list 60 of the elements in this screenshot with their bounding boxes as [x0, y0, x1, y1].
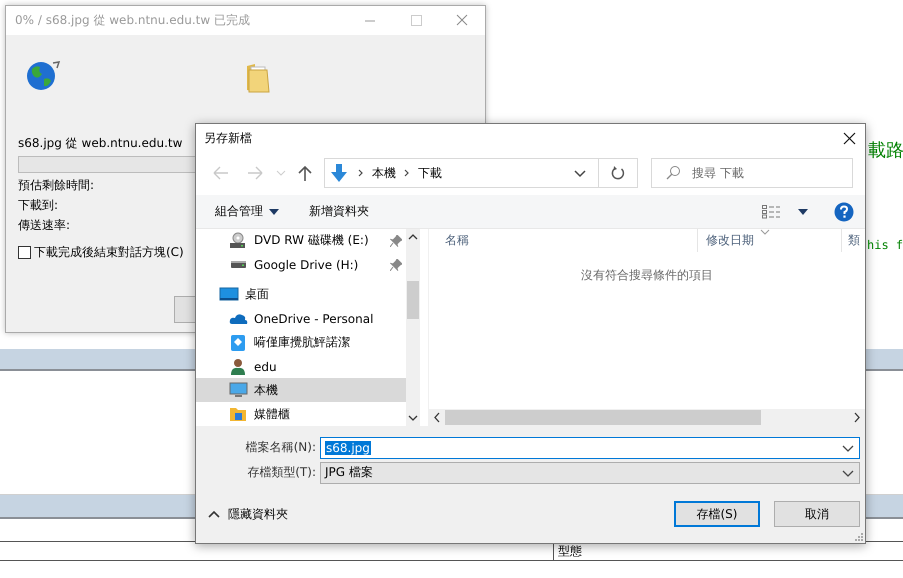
hide-folders-toggle[interactable]: 隱藏資料夾	[208, 506, 288, 522]
globe-icon	[26, 59, 62, 91]
checkbox[interactable]	[18, 246, 31, 259]
refresh-icon	[610, 165, 626, 181]
window-title: 0% / s68.jpg 從 web.ntnu.edu.tw 已完成	[14, 12, 251, 29]
field-label: 傳送速率:	[18, 217, 70, 233]
vertical-scrollbar[interactable]	[406, 229, 420, 426]
nav-item[interactable]: 本機	[196, 378, 406, 402]
organize-menu[interactable]: 組合管理	[215, 203, 279, 220]
filename-field[interactable]: s68.jpg	[320, 436, 860, 458]
column-header[interactable]: 修改日期	[698, 229, 842, 252]
column-header[interactable]: 類	[842, 229, 865, 252]
help-icon[interactable]	[834, 202, 854, 222]
sort-caret-icon	[760, 229, 770, 235]
search-icon	[665, 165, 681, 181]
nav-item[interactable]: 媒體櫃	[196, 402, 406, 426]
nav-item[interactable]: DVD RW 磁碟機 (E:)	[196, 229, 406, 253]
nav-item[interactable]: Google Drive (H:)	[196, 252, 406, 276]
field-label: 預估剩餘時間:	[18, 177, 94, 193]
resize-grip-icon[interactable]	[855, 533, 863, 541]
nav-item[interactable]: 桌面	[196, 276, 406, 308]
save-button[interactable]: 存檔(S)	[674, 501, 760, 527]
empty-message: 沒有符合搜尋條件的項目	[580, 267, 714, 284]
cancel-button[interactable]: 取消	[774, 501, 860, 527]
nav-item[interactable]: 嗬僅庫攪肮鮃諾潔	[196, 330, 406, 355]
checkbox-label: 下載完成後結束對話方塊(C)	[34, 244, 184, 261]
horizontal-scrollbar[interactable]	[429, 409, 865, 426]
folder-icon	[245, 62, 271, 94]
code-text: his f	[867, 238, 903, 252]
caret-down-icon	[269, 208, 279, 214]
field-label: 檔案名稱(N):	[244, 439, 317, 456]
code-text: 載路	[868, 139, 903, 162]
disc-drive-icon	[229, 232, 248, 250]
breadcrumb[interactable]: 下載	[418, 164, 442, 182]
column-header[interactable]: 名稱	[429, 229, 698, 252]
caret-down-icon	[798, 208, 808, 214]
computer-icon	[229, 381, 248, 400]
monitor-icon	[219, 285, 239, 304]
file-type-dropdown[interactable]: JPG 檔案	[320, 462, 860, 484]
address-bar[interactable]: 本機 下載	[324, 158, 638, 188]
download-arrow-icon	[330, 163, 348, 183]
chevron-down-icon	[841, 468, 855, 478]
person-icon	[229, 358, 248, 376]
new-folder-button[interactable]: 新增資料夾	[309, 203, 369, 220]
scroll-thumb[interactable]	[445, 410, 761, 425]
dialog-title: 另存新檔	[203, 130, 253, 147]
drive-icon	[231, 261, 246, 268]
chevron-up-icon	[208, 510, 220, 518]
search-field[interactable]: 搜尋 下載	[651, 158, 853, 188]
scroll-thumb[interactable]	[407, 281, 419, 319]
folder-icon	[229, 405, 248, 424]
nav-item[interactable]: OneDrive - Personal	[196, 307, 406, 331]
nav-item[interactable]: edu	[196, 354, 406, 378]
breadcrumb[interactable]: 本機	[372, 164, 396, 182]
chevron-down-icon	[841, 442, 855, 452]
field-label: 下載到:	[18, 197, 58, 213]
view-menu[interactable]	[762, 204, 808, 218]
app-icon	[229, 334, 248, 352]
field-label: 存檔類型(T):	[246, 464, 317, 481]
source-text: s68.jpg 從 web.ntnu.edu.tw	[18, 135, 182, 152]
